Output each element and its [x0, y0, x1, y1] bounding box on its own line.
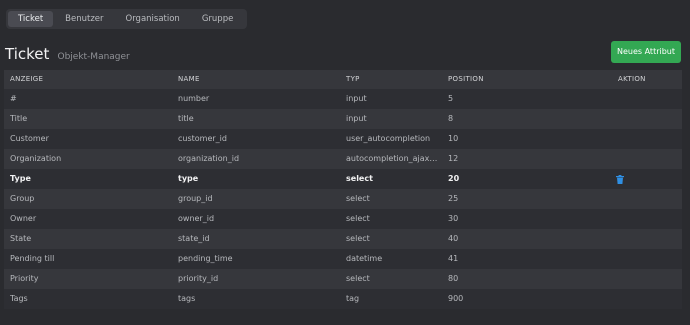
- cell-position: 30: [448, 214, 459, 223]
- cell-position: 12: [448, 154, 459, 163]
- cell-position: 8: [448, 114, 454, 123]
- cell-display: Title: [10, 114, 28, 123]
- table-row[interactable]: Title title input 8: [4, 109, 682, 129]
- table-row[interactable]: Organization organization_id autocomplet…: [4, 149, 682, 169]
- column-header-action: AKTION: [618, 75, 646, 83]
- cell-type: user_autocompletion: [346, 134, 431, 143]
- page-subtitle: Objekt-Manager: [57, 52, 130, 62]
- cell-type: select: [346, 174, 373, 183]
- column-header-type[interactable]: TYP: [346, 70, 441, 89]
- page-heading: Ticket Objekt-Manager: [5, 44, 130, 63]
- cell-position: 10: [448, 134, 459, 143]
- cell-type: input: [346, 94, 367, 103]
- tab-gruppe[interactable]: Gruppe: [192, 11, 244, 27]
- column-header-display[interactable]: ANZEIGE: [10, 70, 170, 89]
- cell-type: autocompletion_ajax_cust…: [346, 154, 441, 163]
- cell-position: 25: [448, 194, 459, 203]
- cell-name: owner_id: [178, 214, 215, 223]
- cell-display: Customer: [10, 134, 49, 143]
- object-tabs: Ticket Benutzer Organisation Gruppe: [6, 9, 248, 29]
- cell-display: Organization: [10, 154, 62, 163]
- tab-organisation[interactable]: Organisation: [116, 11, 190, 27]
- cell-name: group_id: [178, 194, 213, 203]
- trash-icon[interactable]: [616, 175, 624, 184]
- table-row[interactable]: Group group_id select 25: [4, 189, 682, 209]
- tab-benutzer[interactable]: Benutzer: [55, 11, 113, 27]
- table-row[interactable]: State state_id select 40: [4, 229, 682, 249]
- table-row[interactable]: Priority priority_id select 80: [4, 269, 682, 289]
- table-row[interactable]: Customer customer_id user_autocompletion…: [4, 129, 682, 149]
- cell-position: 900: [448, 294, 464, 303]
- column-header-position[interactable]: POSITION: [448, 70, 548, 89]
- cell-type: select: [346, 234, 370, 243]
- cell-name: tags: [178, 294, 196, 303]
- cell-name: title: [178, 114, 194, 123]
- cell-type: select: [346, 214, 370, 223]
- cell-name: customer_id: [178, 134, 227, 143]
- attributes-table: ANZEIGE NAME TYP POSITION AKTION # numbe…: [4, 70, 682, 309]
- column-header-name[interactable]: NAME: [178, 70, 338, 89]
- cell-display: Priority: [10, 274, 39, 283]
- table-row[interactable]: Owner owner_id select 30: [4, 209, 682, 229]
- cell-name: priority_id: [178, 274, 219, 283]
- cell-display: State: [10, 234, 32, 243]
- cell-name: type: [178, 174, 199, 183]
- cell-position: 5: [448, 94, 454, 103]
- cell-name: number: [178, 94, 210, 103]
- cell-type: select: [346, 274, 370, 283]
- cell-position: 40: [448, 234, 459, 243]
- table-header: ANZEIGE NAME TYP POSITION AKTION: [4, 70, 682, 89]
- new-attribute-button[interactable]: Neues Attribut: [611, 41, 681, 63]
- cell-type: input: [346, 114, 367, 123]
- cell-display: Tags: [10, 294, 28, 303]
- cell-name: organization_id: [178, 154, 240, 163]
- table-row[interactable]: Pending till pending_time datetime 41: [4, 249, 682, 269]
- cell-display: Pending till: [10, 254, 55, 263]
- table-row[interactable]: Type type select 20: [4, 169, 682, 189]
- cell-type: select: [346, 194, 370, 203]
- cell-position: 80: [448, 274, 459, 283]
- cell-display: Owner: [10, 214, 37, 223]
- table-row[interactable]: # number input 5: [4, 89, 682, 109]
- page-title: Ticket: [5, 45, 50, 63]
- cell-position: 20: [448, 174, 460, 183]
- cell-display: Group: [10, 194, 35, 203]
- cell-display: #: [10, 94, 17, 103]
- cell-type: tag: [346, 294, 360, 303]
- cell-position: 41: [448, 254, 459, 263]
- table-row[interactable]: Tags tags tag 900: [4, 289, 682, 309]
- cell-display: Type: [10, 174, 31, 183]
- cell-name: pending_time: [178, 254, 233, 263]
- cell-name: state_id: [178, 234, 210, 243]
- tab-ticket[interactable]: Ticket: [8, 11, 54, 27]
- cell-type: datetime: [346, 254, 383, 263]
